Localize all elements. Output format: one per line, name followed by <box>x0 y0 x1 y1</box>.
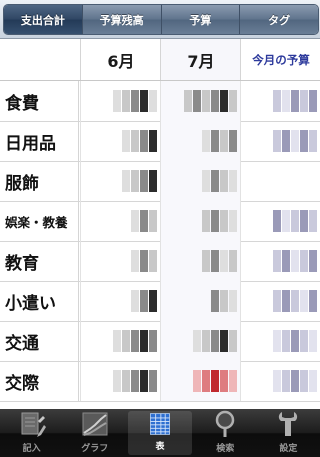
row-label: 日用品 <box>0 121 79 161</box>
cell-budget <box>240 201 320 241</box>
cell-june <box>80 81 161 121</box>
cell-budget <box>240 121 320 161</box>
tab-table[interactable]: 表 <box>128 411 192 455</box>
blurred-value <box>122 130 157 152</box>
blurred-value <box>273 250 317 272</box>
pencil-icon <box>21 412 46 437</box>
cell-july <box>160 321 241 361</box>
cell-july <box>160 161 241 201</box>
tab-label: 記入 <box>22 444 41 454</box>
cell-july <box>160 361 241 401</box>
cell-july <box>160 121 241 161</box>
blurred-value <box>202 210 237 232</box>
tab-label: 検索 <box>216 444 235 454</box>
blurred-value <box>184 90 237 112</box>
row-label: 食費 <box>0 81 79 121</box>
cell-june <box>80 361 161 401</box>
blurred-value-highlight <box>193 370 237 392</box>
row-label: 娯楽・教養 <box>0 201 79 241</box>
segment-total-expense[interactable]: 支出合計 <box>4 5 82 34</box>
cell-budget <box>240 241 320 281</box>
cell-june <box>80 121 161 161</box>
cell-june <box>80 241 161 281</box>
blurred-value <box>273 130 317 152</box>
cell-budget <box>240 81 320 121</box>
blurred-value <box>202 250 237 272</box>
cell-june <box>80 201 161 241</box>
wrench-icon <box>279 412 298 436</box>
tab-label: 設定 <box>279 444 298 454</box>
blurred-value <box>273 330 317 352</box>
tab-bar: 記入 グラフ 表 検索 設定 <box>0 409 320 457</box>
segment-tag[interactable]: タグ <box>239 5 318 34</box>
expense-table: 6月 7月 今月の予算 食費 日用品 服飾 娯楽・教養 教育 小遣い 交通 交際 <box>0 39 320 409</box>
tab-graph[interactable]: グラフ <box>63 409 126 457</box>
cell-budget <box>240 161 320 201</box>
blurred-value <box>113 370 157 392</box>
table-row[interactable]: 娯楽・教養 <box>0 201 320 242</box>
blurred-value <box>273 290 317 312</box>
row-label: 交際 <box>0 361 79 401</box>
blurred-value <box>113 330 157 352</box>
table-row[interactable]: 教育 <box>0 241 320 282</box>
cell-june <box>80 161 161 201</box>
blurred-value <box>131 250 157 272</box>
tab-entry[interactable]: 記入 <box>0 409 63 457</box>
blurred-value <box>211 290 237 312</box>
table-icon <box>150 413 170 435</box>
blurred-value <box>131 210 157 232</box>
segment-budget[interactable]: 予算 <box>160 5 240 34</box>
graph-icon <box>82 412 108 436</box>
cell-budget <box>240 281 320 321</box>
cell-budget <box>240 321 320 361</box>
row-label: 交通 <box>0 321 79 361</box>
blurred-value <box>113 90 157 112</box>
table-header-row: 6月 7月 今月の予算 <box>0 39 320 81</box>
tab-search[interactable]: 検索 <box>194 409 257 457</box>
cell-budget <box>240 361 320 401</box>
row-label: 小遣い <box>0 281 79 321</box>
cell-june <box>80 281 161 321</box>
cell-june <box>80 321 161 361</box>
header-this-month-budget: 今月の予算 <box>240 39 320 80</box>
header-june: 6月 <box>80 39 161 80</box>
blurred-value <box>202 130 237 152</box>
blurred-value <box>273 370 317 392</box>
table-row[interactable]: 服飾 <box>0 161 320 202</box>
header-corner <box>0 39 80 80</box>
cell-july <box>160 201 241 241</box>
tab-label: グラフ <box>81 444 109 454</box>
cell-july <box>160 81 241 121</box>
segment-bar: 支出合計 予算残高 予算 タグ <box>0 0 320 39</box>
table-row[interactable]: 食費 <box>0 81 320 122</box>
segment-budget-balance[interactable]: 予算残高 <box>81 5 161 34</box>
table-row[interactable]: 交通 <box>0 321 320 362</box>
blurred-value <box>122 170 157 192</box>
row-label: 服飾 <box>0 161 79 201</box>
cell-july <box>160 241 241 281</box>
blurred-value <box>193 330 237 352</box>
cell-july <box>160 281 241 321</box>
tab-label: 表 <box>155 442 165 452</box>
header-july: 7月 <box>160 39 241 80</box>
table-row[interactable]: 交際 <box>0 361 320 402</box>
segmented-control: 支出合計 予算残高 予算 タグ <box>3 4 319 35</box>
table-row[interactable]: 小遣い <box>0 281 320 322</box>
blurred-value <box>131 290 157 312</box>
search-icon <box>215 410 235 437</box>
blurred-value <box>273 210 317 232</box>
table-row[interactable]: 日用品 <box>0 121 320 162</box>
tab-settings[interactable]: 設定 <box>257 409 320 457</box>
row-label: 教育 <box>0 241 79 281</box>
blurred-value <box>202 170 237 192</box>
blurred-value <box>273 90 317 112</box>
